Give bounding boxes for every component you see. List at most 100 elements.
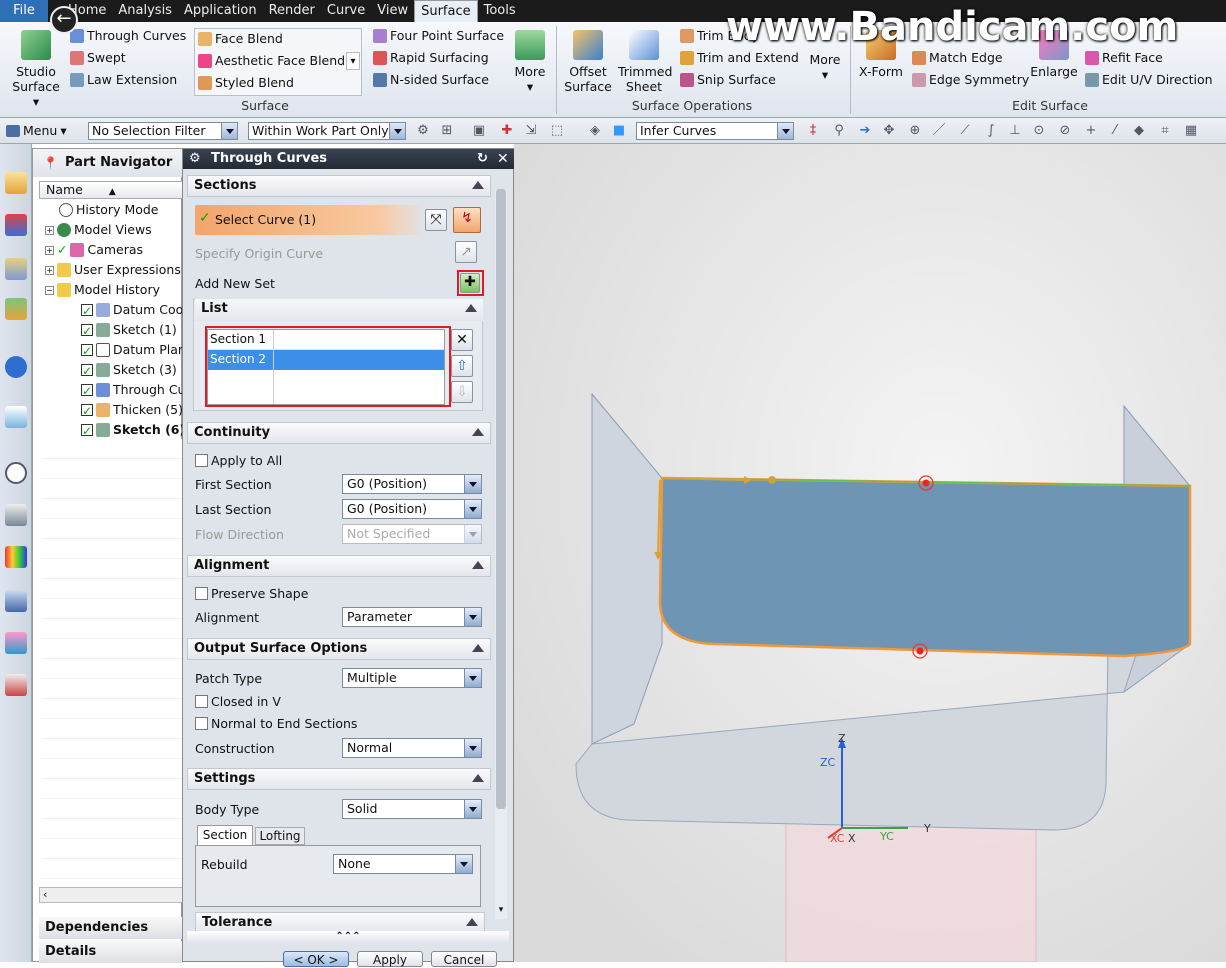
tree-item[interactable]: + User Expressions [45, 261, 181, 279]
rectangle-select-icon[interactable]: ⬚ [550, 124, 564, 138]
move-up-icon[interactable]: ⇧ [451, 355, 473, 377]
arrow-right-icon[interactable]: ➔ [858, 124, 872, 138]
swept-button[interactable]: Swept [70, 50, 126, 65]
tree-item[interactable]: Through Cu [81, 381, 185, 400]
menu-view[interactable]: View [371, 0, 414, 22]
snap-grid-icon[interactable]: ⊕ [908, 124, 922, 138]
visibility-checkbox[interactable] [81, 362, 93, 380]
menu-surface[interactable]: Surface [414, 0, 478, 22]
construction-select[interactable]: Normal [342, 738, 482, 758]
studio-surface-button[interactable]: Studio Surface ▾ [8, 30, 64, 109]
rapid-surfacing-button[interactable]: Rapid Surfacing [373, 50, 489, 65]
normal-to-end-checkbox[interactable]: Normal to End Sections [195, 716, 357, 731]
apply-button[interactable]: Apply [357, 951, 423, 967]
curve-icon[interactable]: ∫ [984, 124, 998, 138]
first-section-select[interactable]: G0 (Position) [342, 474, 482, 494]
apply-to-all-checkbox[interactable]: Apply to All [195, 453, 282, 468]
details-panel[interactable]: Details [39, 941, 183, 963]
move-down-icon[interactable]: ⇩ [451, 381, 473, 403]
ok-button[interactable]: < OK > [283, 951, 349, 967]
match-edge-button[interactable]: Match Edge [912, 50, 1003, 65]
scroll-down-icon[interactable]: ▾ [495, 905, 507, 917]
remove-icon[interactable]: ✕ [451, 329, 473, 351]
tree-item[interactable]: + Model Views [45, 221, 152, 239]
tree-item[interactable]: Sketch (3) " [81, 361, 187, 380]
menu-application[interactable]: Application [178, 0, 263, 22]
alignment-select[interactable]: Parameter [342, 607, 482, 627]
n-sided-surface-button[interactable]: N-sided Surface [373, 72, 489, 87]
scrollbar-thumb[interactable] [496, 189, 506, 809]
web-browser-icon[interactable] [5, 406, 27, 428]
info-icon[interactable] [5, 356, 27, 378]
patch-type-select[interactable]: Multiple [342, 668, 482, 688]
tree-item[interactable]: Sketch (1) " [81, 321, 187, 340]
tree-item[interactable]: Datum Plan [81, 341, 186, 360]
through-curves-button[interactable]: Through Curves [70, 28, 186, 43]
quadrant-icon[interactable]: ⊘ [1058, 124, 1072, 138]
back-arrow-icon[interactable]: ← [50, 6, 78, 34]
gallery-scroll-icon[interactable]: ▾ [346, 52, 360, 70]
select-curve-icon[interactable]: ↯ [453, 207, 481, 233]
deselect-icon[interactable]: ⇲ [524, 124, 538, 138]
graphics-viewport[interactable]: Z ZC YC Y XC X [514, 144, 1226, 962]
law-extension-button[interactable]: Law Extension [70, 72, 177, 87]
menu-file[interactable]: File [0, 0, 48, 22]
edit-uv-direction-button[interactable]: Edit U/V Direction [1085, 72, 1213, 87]
menu-tools[interactable]: Tools [478, 0, 522, 22]
horizontal-scrollbar[interactable]: ‹ [39, 887, 183, 903]
reuse-library-icon[interactable] [5, 298, 27, 320]
continuity-header[interactable]: Continuity [187, 422, 491, 444]
menu-analysis[interactable]: Analysis [112, 0, 178, 22]
visibility-checkbox[interactable] [81, 422, 93, 440]
constraint-navigator-icon[interactable] [5, 214, 27, 236]
snap-icon[interactable]: ⚙ [416, 124, 430, 138]
trimmed-sheet-button[interactable]: Trimmed Sheet [616, 30, 672, 94]
dependencies-panel[interactable]: Dependencies [39, 917, 183, 939]
flow-direction-select[interactable]: Not Specified [342, 524, 482, 544]
sections-header[interactable]: Sections [187, 175, 491, 197]
offset-surface-button[interactable]: Offset Surface [562, 30, 614, 94]
palette-icon[interactable] [5, 546, 27, 568]
selection-filter-dropdown[interactable]: No Selection Filter [88, 122, 238, 140]
part-navigator-icon[interactable] [5, 258, 27, 280]
center-icon[interactable]: ⊙ [1032, 124, 1046, 138]
point-snap-icon[interactable]: ✚ [500, 124, 514, 138]
menu-button[interactable]: Menu ▾ [6, 123, 67, 138]
visibility-checkbox[interactable] [81, 402, 93, 420]
name-column-header[interactable]: Name ▲ [39, 181, 183, 199]
navigator-pin-icon[interactable]: 📍 [43, 149, 58, 177]
filter-icon[interactable]: ⊞ [440, 124, 454, 138]
process-studio-icon[interactable] [5, 504, 27, 526]
move-icon[interactable]: ✥ [882, 124, 896, 138]
more-button-surface[interactable]: More ▾ [510, 30, 550, 94]
select-curve-row[interactable]: ✓ Select Curve (1) [195, 205, 425, 235]
styled-blend-button[interactable]: Styled Blend [198, 75, 294, 90]
tree-item[interactable]: Datum Coo [81, 301, 183, 320]
closed-in-v-checkbox[interactable]: Closed in V [195, 694, 281, 709]
line-icon[interactable]: ／ [932, 124, 946, 138]
visibility-checkbox[interactable] [81, 342, 93, 360]
view-cube-icon[interactable]: ◈ [588, 124, 602, 138]
dialog-scrollbar[interactable]: ▾ [495, 189, 507, 919]
perpendicular-icon[interactable]: ⊥ [1008, 124, 1022, 138]
tree-item[interactable]: History Mode [59, 201, 159, 219]
rebuild-select[interactable]: None [333, 854, 473, 874]
visibility-checkbox[interactable] [81, 302, 93, 320]
tree-item[interactable]: Sketch (6) [81, 421, 185, 440]
last-section-select[interactable]: G0 (Position) [342, 499, 482, 519]
expand-icon[interactable]: + [45, 225, 54, 235]
curve-rule-icon[interactable]: ⤧ [425, 209, 447, 231]
collapse-icon[interactable]: − [45, 285, 54, 295]
menu-curve[interactable]: Curve [321, 0, 371, 22]
manufacturing-icon[interactable] [5, 590, 27, 612]
tree-item[interactable]: − Model History [45, 281, 160, 299]
close-icon[interactable]: ✕ [497, 149, 509, 169]
edge-symmetry-button[interactable]: Edge Symmetry [912, 72, 1029, 87]
face-blend-button[interactable]: Face Blend [198, 31, 283, 46]
four-point-surface-button[interactable]: Four Point Surface [373, 28, 504, 43]
tab-lofting[interactable]: Lofting [255, 827, 305, 845]
list-header[interactable]: List [195, 299, 483, 321]
refit-face-button[interactable]: Refit Face [1085, 50, 1163, 65]
cancel-button[interactable]: Cancel [431, 951, 497, 967]
visibility-checkbox[interactable] [81, 322, 93, 340]
